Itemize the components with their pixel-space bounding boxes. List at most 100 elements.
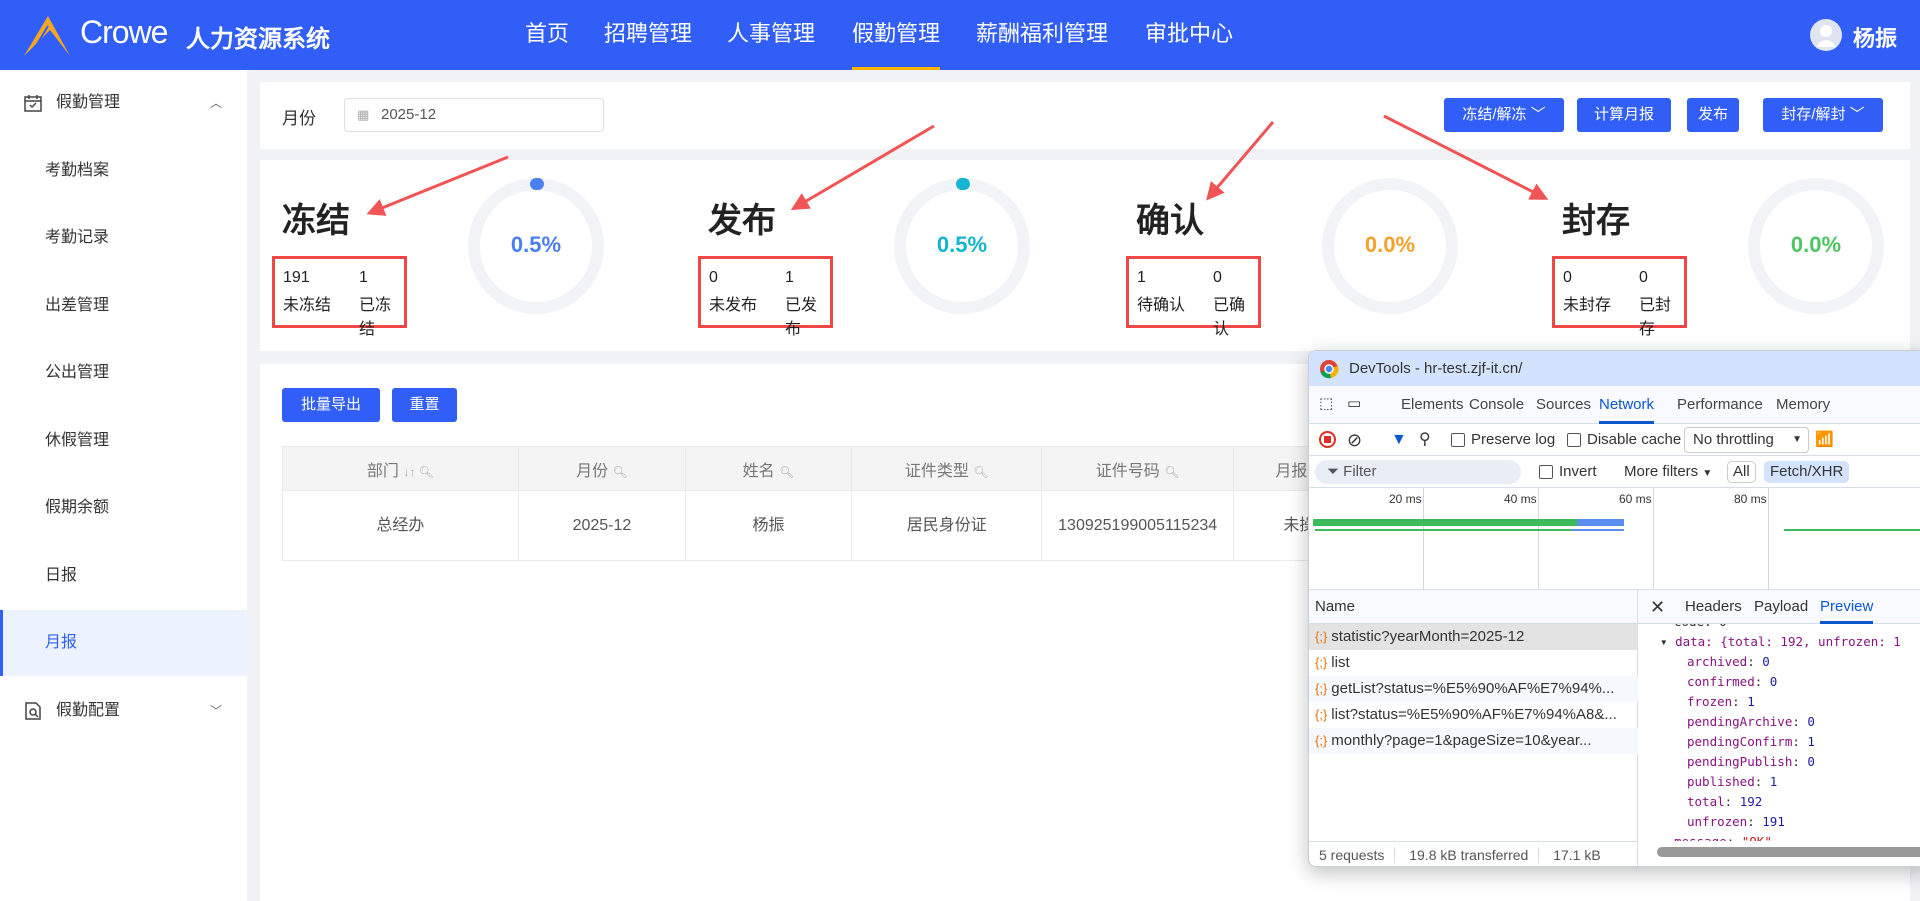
stat-a-label: 未封存: [1563, 297, 1612, 314]
publish-button[interactable]: 发布: [1687, 98, 1739, 132]
search-icon[interactable]: 🔍︎: [613, 465, 628, 479]
request-row[interactable]: {;} monthly?page=1&pageSize=10&year...: [1309, 728, 1638, 754]
tick-20ms: 20 ms: [1389, 492, 1422, 506]
stat-group: 发布 0 未发布 1 已发布 0.5%: [698, 160, 1128, 351]
search-icon[interactable]: 🔍︎: [973, 465, 988, 479]
stat-group: 确认 1 待确认 0 已确认 0.0%: [1126, 160, 1556, 351]
column-header[interactable]: 月份 🔍︎: [517, 446, 686, 491]
filter-fetch-xhr[interactable]: Fetch/XHR: [1764, 461, 1850, 483]
tab-performance[interactable]: Performance: [1677, 386, 1763, 424]
stat-b-label: 已冻结: [359, 297, 392, 338]
invert-checkbox[interactable]: Invert: [1539, 456, 1597, 488]
stat-a-label: 未冻结: [283, 297, 332, 314]
transferred-size: 19.8 kB transferred: [1399, 847, 1540, 863]
throttling-select[interactable]: No throttling ▼: [1684, 427, 1809, 453]
preview-code: code: 0: [1642, 624, 1920, 632]
nav-home[interactable]: 首页: [525, 0, 569, 70]
column-header[interactable]: 姓名 🔍︎: [684, 446, 853, 491]
stat-a-value: 1: [1137, 269, 1146, 286]
sidebar-item-monthly[interactable]: 月报: [0, 610, 247, 676]
tab-memory[interactable]: Memory: [1776, 386, 1830, 424]
request-row[interactable]: {;} list: [1309, 650, 1638, 676]
request-row[interactable]: {;} statistic?yearMonth=2025-12: [1309, 624, 1638, 650]
column-header[interactable]: 部门 ↓↑ 🔍︎: [282, 446, 519, 491]
sidebar-item-leave[interactable]: 休假管理: [0, 408, 247, 474]
tab-sources[interactable]: Sources: [1536, 386, 1591, 424]
table-row[interactable]: 总经办2025-12杨振居民身份证130925199005115234未操作: [282, 490, 1383, 561]
record-stop-icon[interactable]: [1319, 431, 1336, 448]
sidebar-item-business-trip[interactable]: 出差管理: [0, 273, 247, 339]
column-header[interactable]: 证件号码 🔍︎: [1041, 446, 1234, 491]
nav-attendance[interactable]: 假勤管理: [852, 0, 941, 70]
stat-b-value: 1: [785, 269, 794, 286]
more-filters-dropdown[interactable]: More filters ▼: [1624, 456, 1712, 490]
request-row[interactable]: {;} getList?status=%E5%90%AF%E7%94%...: [1309, 676, 1638, 702]
table-cell: 总经办: [282, 490, 519, 561]
search-icon[interactable]: ⚲: [1419, 424, 1431, 456]
progress-percent: 0.5%: [936, 232, 988, 257]
preview-field: published: 1: [1687, 774, 1778, 789]
stat-group: 冻结 191 未冻结 1 已冻结 0.5%: [272, 160, 702, 351]
sidebar-item-attendance-record[interactable]: 考勤记录: [0, 205, 247, 271]
stat-b-label: 已封存: [1639, 297, 1672, 338]
tick-40ms: 40 ms: [1504, 492, 1537, 506]
nav-payroll[interactable]: 薪酬福利管理: [976, 0, 1108, 70]
json-icon: {;}: [1315, 681, 1328, 696]
stat-highlight-box: 0 未封存 0 已封存: [1552, 256, 1687, 338]
tab-payload[interactable]: Payload: [1754, 590, 1808, 624]
preview-field: total: 192: [1687, 794, 1763, 809]
tab-console[interactable]: Console: [1469, 386, 1524, 424]
archive-dropdown-button[interactable]: 封存/解封 ﹀: [1763, 98, 1883, 132]
preview-field: frozen: 1: [1687, 694, 1755, 709]
network-conditions-icon[interactable]: 📶: [1815, 424, 1834, 456]
logo-text: Crowe: [80, 14, 168, 50]
json-icon: {;}: [1315, 629, 1328, 644]
filter-input[interactable]: ⏷ Filter: [1315, 460, 1521, 484]
reset-button[interactable]: 重置: [392, 388, 457, 422]
column-header[interactable]: 证件类型 🔍︎: [851, 446, 1043, 491]
name-column-header[interactable]: Name: [1309, 590, 1638, 624]
month-picker[interactable]: ▦ 2025-12: [344, 98, 604, 132]
tab-network[interactable]: Network: [1599, 386, 1655, 424]
calc-monthly-button[interactable]: 计算月报: [1577, 98, 1671, 132]
close-icon[interactable]: ✕: [1650, 590, 1665, 624]
chevron-down-icon: ﹀: [210, 704, 223, 718]
avatar[interactable]: [1810, 19, 1842, 51]
disable-cache-checkbox[interactable]: Disable cache: [1567, 424, 1681, 456]
search-icon[interactable]: 🔍︎: [1164, 465, 1179, 479]
sidebar-item-official-out[interactable]: 公出管理: [0, 340, 247, 406]
stat-highlight-box: 0 未发布 1 已发布: [698, 256, 833, 338]
inspect-element-icon[interactable]: ⬚: [1319, 394, 1333, 412]
preview-field: pendingPublish: 0: [1687, 754, 1815, 769]
stat-title: 发布: [708, 202, 776, 240]
table-cell: 2025-12: [517, 490, 686, 561]
crowe-logo-icon: [24, 16, 70, 57]
filter-all[interactable]: All: [1727, 461, 1756, 483]
nav-personnel[interactable]: 人事管理: [727, 0, 815, 70]
sidebar-item-leave-balance[interactable]: 假期余额: [0, 475, 247, 541]
calendar-icon: ▦: [357, 107, 370, 122]
filter-funnel-icon[interactable]: ▼: [1391, 424, 1407, 456]
json-icon: {;}: [1315, 655, 1328, 670]
nav-recruit[interactable]: 招聘管理: [604, 0, 692, 70]
device-toolbar-icon[interactable]: ▭: [1347, 394, 1361, 412]
sidebar-item-attendance-file[interactable]: 考勤档案: [0, 138, 247, 204]
sidebar-group-config[interactable]: 假勤配置 ﹀: [0, 678, 247, 744]
request-row[interactable]: {;} list?status=%E5%90%AF%E7%94%A8&...: [1309, 702, 1638, 728]
sidebar-group-attendance[interactable]: 假勤管理 ︿: [0, 70, 247, 136]
horizontal-scrollbar[interactable]: [1657, 847, 1920, 857]
devtools-titlebar[interactable]: DevTools - hr-test.zjf-it.cn/: [1309, 351, 1920, 386]
sort-search-icon[interactable]: ↓↑ 🔍︎: [403, 465, 434, 479]
preserve-log-checkbox[interactable]: Preserve log: [1451, 424, 1555, 456]
batch-export-button[interactable]: 批量导出: [282, 388, 380, 422]
tab-elements[interactable]: Elements: [1401, 386, 1464, 424]
search-icon[interactable]: 🔍︎: [779, 465, 794, 479]
user-name[interactable]: 杨振: [1853, 21, 1897, 53]
nav-approval[interactable]: 审批中心: [1145, 0, 1233, 70]
sidebar-item-daily[interactable]: 日报: [0, 543, 247, 609]
freeze-dropdown-button[interactable]: 冻结/解冻 ﹀: [1444, 98, 1564, 132]
tab-preview[interactable]: Preview: [1820, 590, 1874, 624]
preview-data-line[interactable]: ▾ data: {total: 192, unfrozen: 1: [1642, 632, 1920, 652]
clear-icon[interactable]: ⊘: [1347, 424, 1362, 456]
tab-headers[interactable]: Headers: [1685, 590, 1742, 624]
